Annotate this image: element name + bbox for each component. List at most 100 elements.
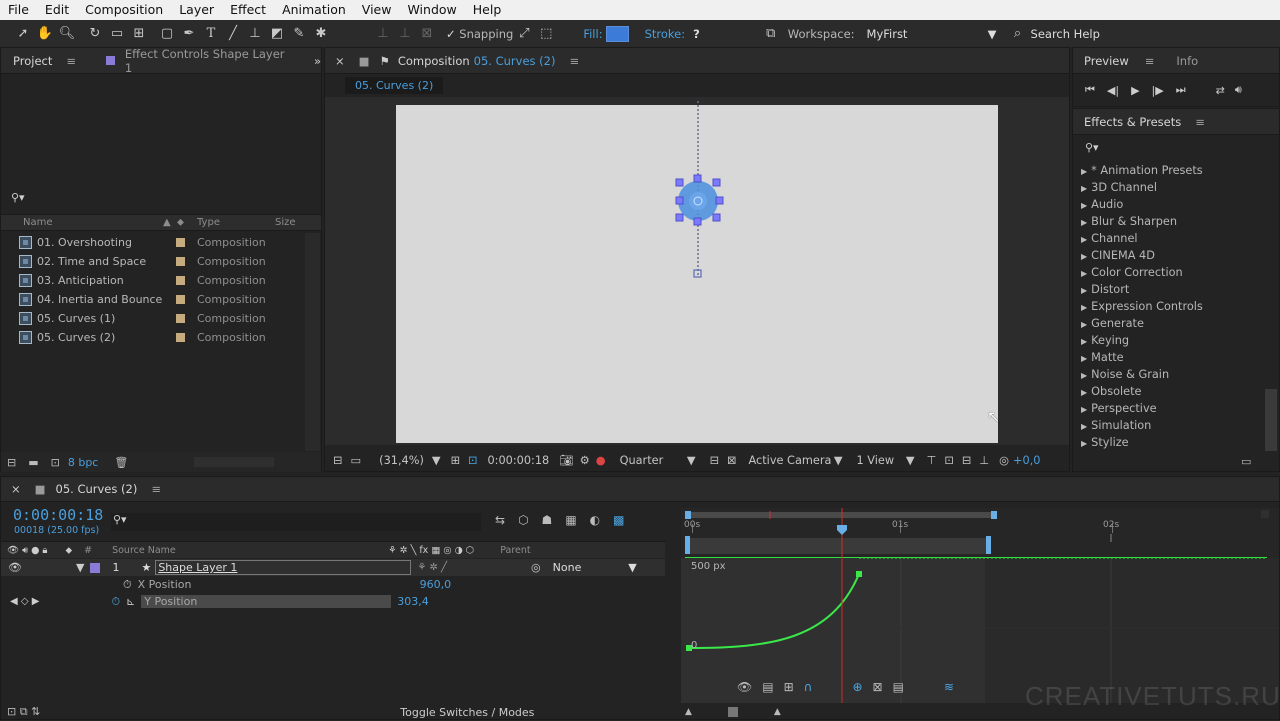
- frame-blending-icon[interactable]: ▦: [565, 513, 576, 527]
- motion-blur-icon[interactable]: ◐: [590, 513, 600, 527]
- col-name[interactable]: Name: [23, 217, 163, 228]
- snap-edges-icon[interactable]: ⤢: [513, 24, 535, 44]
- reset-exposure-icon[interactable]: ◎: [999, 454, 1009, 467]
- selection-tool-icon[interactable]: ➚: [12, 24, 34, 44]
- pickwhip-icon[interactable]: ◎: [531, 561, 541, 574]
- comp-buttons-icon[interactable]: ⊡ ⧉ ⇅: [7, 705, 40, 719]
- separate-dimensions-icon[interactable]: ▤: [893, 680, 904, 694]
- zoom-out-icon[interactable]: ▲: [685, 707, 692, 717]
- list-item[interactable]: Generate: [1073, 315, 1279, 332]
- list-item[interactable]: 05. Curves (2) Composition: [1, 328, 321, 347]
- layer-label-swatch[interactable]: [90, 562, 101, 573]
- snapping-checkbox[interactable]: ✓ Snapping: [446, 27, 513, 41]
- channel-icon[interactable]: ●: [596, 454, 606, 467]
- list-item[interactable]: Perspective: [1073, 400, 1279, 417]
- exposure-value[interactable]: +0,0: [1013, 454, 1040, 467]
- rectangle-tool-icon[interactable]: ▢: [156, 24, 178, 44]
- fill-swatch[interactable]: [605, 25, 629, 42]
- list-item[interactable]: Matte: [1073, 349, 1279, 366]
- type-tool-icon[interactable]: T: [200, 24, 222, 44]
- zoom-tool-icon[interactable]: 🔍︎: [56, 24, 78, 44]
- menu-view[interactable]: View: [354, 0, 400, 20]
- camera-snapshot-icon[interactable]: 📷︎: [559, 454, 573, 467]
- fit-all-icon[interactable]: ⊠: [873, 680, 883, 694]
- pan-behind-tool-icon[interactable]: ⊞: [128, 24, 150, 44]
- layer-switches[interactable]: ⚘ ✲ ╱: [417, 562, 447, 573]
- list-item[interactable]: Simulation: [1073, 417, 1279, 434]
- menu-composition[interactable]: Composition: [77, 0, 171, 20]
- zoom-select[interactable]: (31,4%) ▼: [379, 454, 440, 467]
- effects-scrollbar[interactable]: [1265, 389, 1277, 451]
- fit-selection-icon[interactable]: ⊕: [852, 680, 862, 694]
- layer-name[interactable]: Shape Layer 1: [155, 560, 412, 575]
- stopwatch-icon[interactable]: ⏱: [123, 578, 132, 592]
- rotate-tool-icon[interactable]: ↻: [84, 24, 106, 44]
- transparency-icon[interactable]: ⊡: [468, 454, 477, 467]
- pen-tool-icon[interactable]: ✒: [178, 24, 200, 44]
- lock-icon[interactable]: ■: [359, 54, 370, 68]
- roto-brush-tool-icon[interactable]: ✎: [288, 24, 310, 44]
- tab-composition[interactable]: Composition: [398, 54, 470, 68]
- list-item[interactable]: Stylize: [1073, 434, 1279, 451]
- menu-layer[interactable]: Layer: [171, 0, 222, 20]
- roi-icon[interactable]: ⊟: [710, 454, 719, 467]
- list-item[interactable]: 03. Anticipation Composition: [1, 271, 321, 290]
- close-icon[interactable]: ×: [11, 482, 21, 496]
- graph-icon[interactable]: ⊾: [126, 595, 135, 608]
- menu-file[interactable]: File: [0, 0, 37, 20]
- layer-row[interactable]: 👁︎ ▼ 1 ★ Shape Layer 1 ⚘ ✲ ╱ ◎ None ▼: [1, 559, 665, 576]
- brush-tool-icon[interactable]: ╱: [222, 24, 244, 44]
- timecode-display[interactable]: 0:00:00:18: [13, 506, 103, 524]
- lock-icon[interactable]: ■: [35, 482, 46, 496]
- new-composition-icon[interactable]: ⊡: [51, 456, 60, 469]
- tab-effect-controls[interactable]: Effect Controls Shape Layer 1: [125, 47, 292, 75]
- list-item[interactable]: 3D Channel: [1073, 179, 1279, 196]
- menu-effect[interactable]: Effect: [222, 0, 274, 20]
- list-item[interactable]: * Animation Presets: [1073, 162, 1279, 179]
- new-preset-icon[interactable]: ▭: [1241, 455, 1251, 468]
- tab-composition-name[interactable]: 05. Curves (2): [474, 54, 556, 68]
- new-folder-icon[interactable]: ▬: [28, 456, 38, 469]
- edit-keyframe-icon[interactable]: ≋: [944, 680, 954, 694]
- snap-features-icon[interactable]: ⬚: [535, 24, 557, 44]
- composition-mini-flowchart-icon[interactable]: ⇆: [495, 513, 505, 527]
- col-type[interactable]: Type: [197, 217, 275, 228]
- loop-icon[interactable]: ⇄: [1216, 84, 1225, 97]
- resolution-select[interactable]: Quarter ▼: [620, 454, 696, 467]
- flowchart-icon[interactable]: ⊥: [979, 454, 989, 467]
- scroll-track[interactable]: [194, 457, 275, 467]
- panel-menu-icon[interactable]: ≡: [151, 482, 161, 496]
- list-item[interactable]: Audio: [1073, 196, 1279, 213]
- list-item[interactable]: CINEMA 4D: [1073, 247, 1279, 264]
- toggle-switches-modes[interactable]: Toggle Switches / Modes: [400, 706, 534, 719]
- list-item[interactable]: Keying: [1073, 332, 1279, 349]
- next-frame-icon[interactable]: |▶: [1152, 84, 1164, 97]
- tab-project[interactable]: Project: [1, 54, 52, 68]
- effects-search[interactable]: ⚲▾: [1073, 135, 1279, 159]
- shy-icon[interactable]: ☗: [542, 513, 553, 527]
- eraser-tool-icon[interactable]: ◩: [266, 24, 288, 44]
- camera-tool-icon[interactable]: ▭: [106, 24, 128, 44]
- list-item[interactable]: Obsolete: [1073, 383, 1279, 400]
- list-item[interactable]: Color Correction: [1073, 264, 1279, 281]
- list-item[interactable]: Channel: [1073, 230, 1279, 247]
- slider-thumb[interactable]: [727, 707, 738, 717]
- list-item[interactable]: Expression Controls: [1073, 298, 1279, 315]
- col-parent[interactable]: Parent: [500, 545, 530, 556]
- property-value[interactable]: 960,0: [420, 578, 452, 591]
- audio-icon[interactable]: 🔊︎: [1235, 83, 1242, 97]
- graph-editor[interactable]: | | | 00s 01s 02s 500 px 0 👁︎ ▤ ⊞ ∩ ⊕ ⊠ …: [681, 508, 1279, 703]
- list-item[interactable]: Noise & Grain: [1073, 366, 1279, 383]
- search-help-input[interactable]: Search Help: [1031, 27, 1100, 41]
- tab-preview[interactable]: Preview: [1084, 54, 1129, 68]
- col-size[interactable]: Size: [275, 217, 296, 228]
- list-item[interactable]: 04. Inertia and Bounce Composition: [1, 290, 321, 309]
- menu-window[interactable]: Window: [399, 0, 464, 20]
- graph-options-icon[interactable]: ▤: [762, 680, 773, 694]
- bpc-label[interactable]: 8 bpc: [68, 456, 99, 469]
- menu-edit[interactable]: Edit: [37, 0, 77, 20]
- visibility-icon[interactable]: 👁︎: [8, 561, 22, 574]
- region-icon[interactable]: ⊞: [451, 454, 460, 467]
- graph-editor-icon[interactable]: ▩: [613, 513, 624, 527]
- collapse-icon[interactable]: ▼: [76, 561, 84, 574]
